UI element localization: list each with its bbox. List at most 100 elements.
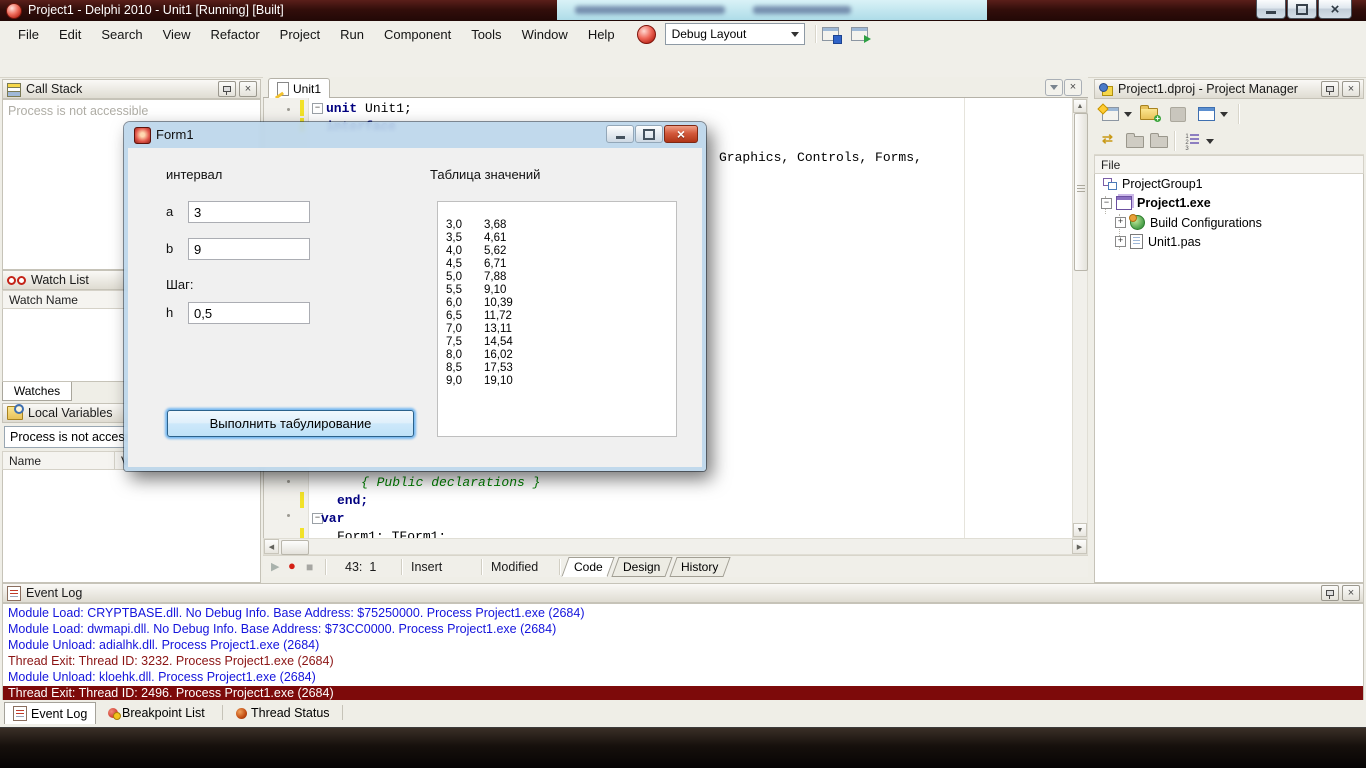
close-panel-button[interactable]	[239, 81, 257, 97]
log-entry[interactable]: Module Unload: adialhk.dll. Process Proj…	[3, 638, 1363, 654]
a-input[interactable]	[188, 201, 310, 223]
tree-item-label: Build Configurations	[1150, 215, 1262, 230]
project-manager-body[interactable]: ProjectGroup1 Project1.exe Build Configu…	[1094, 174, 1364, 583]
menu-component[interactable]: Component	[374, 23, 461, 46]
log-entry[interactable]: Module Load: CRYPTBASE.dll. No Debug Inf…	[3, 606, 1363, 622]
form1-window[interactable]: Form1 интервал Таблица значений a b Шаг:…	[124, 122, 706, 471]
pin-icon	[223, 86, 231, 95]
value-row: 6,5 11,72	[446, 310, 512, 322]
view-grid-icon[interactable]	[1198, 107, 1215, 121]
menu-tools[interactable]: Tools	[461, 23, 511, 46]
insert-mode-indicator: Insert	[411, 560, 443, 574]
watches-tab[interactable]: Watches	[2, 382, 72, 401]
close-button[interactable]	[1318, 0, 1352, 19]
menu-file[interactable]: File	[8, 23, 49, 46]
menu-run[interactable]: Run	[330, 23, 374, 46]
menu-window[interactable]: Window	[512, 23, 578, 46]
tab-code[interactable]: Code	[561, 557, 615, 577]
new-project-icon[interactable]	[1097, 103, 1119, 121]
local-variables-body[interactable]	[2, 470, 261, 583]
tree-item-projectgroup[interactable]: ProjectGroup1	[1103, 177, 1203, 191]
delphi-ide-screen: Project1 - Delphi 2010 - Unit1 [Running]…	[0, 0, 1366, 768]
menu-edit[interactable]: Edit	[49, 23, 91, 46]
horizontal-scroll-thumb[interactable]	[281, 540, 309, 555]
scroll-down-button[interactable]	[1073, 523, 1087, 537]
tabulate-button[interactable]: Выполнить табулирование	[167, 410, 414, 437]
minimize-button[interactable]	[1256, 0, 1286, 19]
scroll-up-button[interactable]	[1073, 99, 1087, 113]
sort-list-icon[interactable]	[1185, 134, 1199, 152]
sync-icon[interactable]	[1102, 131, 1113, 147]
tab-unit1[interactable]: Unit1	[268, 78, 331, 99]
set-debug-layout-button[interactable]	[850, 27, 871, 43]
new-dropdown-icon[interactable]	[1124, 112, 1132, 117]
close-panel-button[interactable]	[1342, 585, 1360, 601]
tab-history[interactable]: History	[669, 557, 731, 577]
tab-event-log[interactable]: Event Log	[4, 702, 97, 724]
editor-horizontal-scrollbar[interactable]	[263, 538, 1088, 555]
tab-label: Event Log	[31, 706, 88, 721]
editor-vertical-scrollbar[interactable]	[1072, 98, 1088, 538]
tab-design[interactable]: Design	[611, 557, 673, 577]
interval-label: интервал	[166, 167, 223, 182]
restore-button[interactable]	[1287, 0, 1317, 19]
pin-button[interactable]	[1321, 585, 1339, 601]
scroll-left-button[interactable]	[264, 539, 279, 554]
desktop-layout-combobox[interactable]: Debug Layout	[664, 23, 805, 45]
collapse-icon[interactable]	[1101, 197, 1112, 209]
log-entry[interactable]: Thread Exit: Thread ID: 3232. Process Pr…	[3, 654, 1363, 670]
watch-list-title: Watch List	[31, 273, 89, 287]
event-log-header[interactable]: Event Log	[2, 583, 1364, 603]
sort-dropdown-icon[interactable]	[1206, 139, 1214, 144]
menu-view[interactable]: View	[153, 23, 201, 46]
pin-button[interactable]	[218, 81, 236, 97]
tab-thread-status[interactable]: Thread Status	[228, 702, 338, 724]
scroll-right-button[interactable]	[1072, 539, 1087, 554]
values-listbox[interactable]: 3,0 3,68 3,5 4,61 4,0 5,62 4,5 6,71 5,0 7,88 …	[437, 201, 677, 437]
form-restore-button[interactable]	[635, 125, 663, 143]
tab-label: Thread Status	[251, 706, 330, 720]
menu-search[interactable]: Search	[91, 23, 152, 46]
vertical-scroll-thumb[interactable]	[1074, 113, 1088, 271]
tab-breakpoint-list[interactable]: Breakpoint List	[100, 702, 213, 724]
close-page-button[interactable]	[1064, 79, 1082, 96]
name-column[interactable]: Name	[3, 452, 115, 469]
log-entry[interactable]: Module Unload: kloehk.dll. Process Proje…	[3, 670, 1363, 686]
menu-project[interactable]: Project	[270, 23, 330, 46]
blurred-background-text	[575, 6, 725, 14]
project-manager-column-header[interactable]: File	[1094, 155, 1364, 174]
local-variables-icon	[7, 404, 24, 420]
pin-button[interactable]	[1321, 81, 1339, 97]
save-desktop-layout-button[interactable]	[821, 27, 842, 44]
h-input[interactable]	[188, 302, 310, 324]
form-minimize-button[interactable]	[606, 125, 634, 143]
close-panel-button[interactable]	[1342, 81, 1360, 97]
macro-record-button[interactable]	[288, 558, 296, 573]
event-log-body[interactable]: Module Load: CRYPTBASE.dll. No Debug Inf…	[2, 603, 1364, 702]
call-stack-header[interactable]: Call Stack	[2, 79, 261, 99]
b-input[interactable]	[188, 238, 310, 260]
menu-refactor[interactable]: Refactor	[201, 23, 270, 46]
expand-icon[interactable]	[1115, 236, 1126, 247]
tree-item-label: Project1.exe	[1137, 196, 1211, 210]
tree-item-unit1pas[interactable]: Unit1.pas	[1115, 234, 1201, 249]
tree-item-project1exe[interactable]: Project1.exe	[1101, 196, 1211, 210]
expand-icon[interactable]	[1115, 217, 1126, 228]
editor-views-button[interactable]	[1045, 79, 1063, 96]
macro-play-button[interactable]	[271, 560, 279, 573]
title-bar[interactable]: Project1 - Delphi 2010 - Unit1 [Running]…	[0, 0, 1366, 21]
log-entry[interactable]: Module Load: dwmapi.dll. No Debug Info. …	[3, 622, 1363, 638]
file-column[interactable]: File	[1095, 156, 1363, 173]
welcome-page-icon[interactable]	[636, 24, 656, 44]
separator	[814, 25, 816, 43]
macro-stop-button[interactable]	[306, 560, 313, 574]
open-project-icon[interactable]	[1140, 105, 1161, 122]
grid-dropdown-icon[interactable]	[1220, 112, 1228, 117]
right-margin-line	[964, 98, 965, 538]
project-manager-header[interactable]: Project1.dproj - Project Manager	[1094, 79, 1364, 99]
menu-help[interactable]: Help	[578, 23, 625, 46]
fold-marker[interactable]	[312, 103, 323, 114]
tree-item-build-configurations[interactable]: Build Configurations	[1115, 214, 1262, 230]
code-form-declaration: Form1: TForm1;	[337, 529, 447, 538]
form-close-button[interactable]	[664, 125, 698, 143]
